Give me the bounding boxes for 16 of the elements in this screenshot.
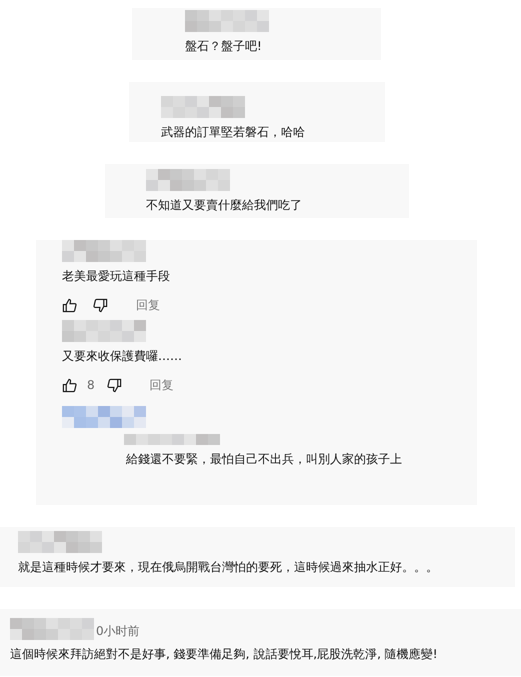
comment-text: 不知道又要賣什麼給我們吃了 [146,197,303,213]
comment-text: 老美最愛玩這種手段 [62,268,171,284]
thumbs-down-icon[interactable] [106,378,122,392]
reply-link[interactable]: 回复 [150,376,174,394]
thumbs-down-icon[interactable] [93,298,108,312]
thumbs-up-icon[interactable] [62,298,77,312]
comment-text: 武器的訂單堅若磐石，哈哈 [161,124,306,140]
comment-text: 盤石？盤子吧! [185,38,263,54]
timestamp: 0小时前 [96,623,140,640]
thumbs-up-icon[interactable] [62,378,77,392]
comment-text: 就是這種時候才要來，現在俄烏開戰台灣怕的要死，這時候過來抽水正好。。。 [18,559,439,575]
like-count: 8 [87,378,95,392]
comment-text: 又要來收保護費囉…… [62,348,183,364]
reply-link[interactable]: 回复 [136,296,160,314]
comment-text: 給錢還不要緊，最怕自己不出兵，叫別人家的孩子上 [126,451,403,467]
comment-text: 這個時候來拜訪絕對不是好事, 錢要準備足夠, 說話要悅耳,屁股洗乾淨, 隨機應變! [10,646,439,662]
